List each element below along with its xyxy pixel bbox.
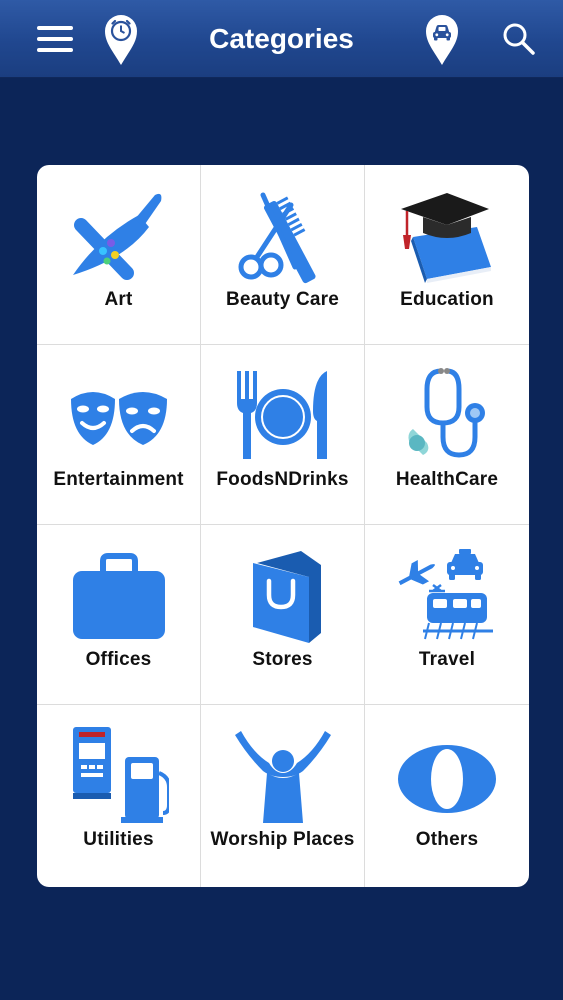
- category-label: Travel: [418, 649, 476, 670]
- category-label: FoodsNDrinks: [216, 469, 349, 490]
- alarm-location-pin-icon: [105, 15, 137, 65]
- search-icon: [503, 23, 535, 55]
- category-worship-places[interactable]: Worship Places: [201, 705, 365, 887]
- category-stores[interactable]: Stores: [201, 525, 365, 705]
- alarm-location-button[interactable]: [100, 12, 142, 68]
- category-travel[interactable]: Travel: [365, 525, 529, 705]
- category-label: Entertainment: [53, 469, 184, 490]
- category-education[interactable]: Education: [365, 165, 529, 345]
- plane-taxi-train-icon: [398, 549, 493, 640]
- category-label: Worship Places: [210, 829, 355, 850]
- paintbrush-palette-icon: [73, 193, 162, 280]
- menu-button[interactable]: [30, 18, 80, 60]
- category-foodsndrinks[interactable]: FoodsNDrinks: [201, 345, 365, 525]
- category-art[interactable]: Art: [37, 165, 201, 345]
- category-label: Others: [415, 829, 479, 850]
- hamburger-menu-icon: [37, 26, 73, 52]
- letter-o-icon: [398, 745, 496, 813]
- header-bar: Categories: [0, 0, 563, 78]
- category-label: Utilities: [83, 829, 154, 850]
- raised-arms-person-icon: [235, 731, 331, 823]
- category-label: Beauty Care: [225, 289, 340, 310]
- category-healthcare[interactable]: HealthCare: [365, 345, 529, 525]
- shopping-bag-icon: [253, 551, 321, 643]
- category-label: Education: [400, 289, 494, 310]
- category-entertainment[interactable]: Entertainment: [37, 345, 201, 525]
- category-others[interactable]: Others: [365, 705, 529, 887]
- category-label: Offices: [85, 649, 152, 670]
- graduation-cap-book-icon: [401, 193, 491, 283]
- search-button[interactable]: [496, 16, 542, 62]
- theater-masks-icon: [71, 392, 167, 445]
- scissors-comb-icon: [238, 192, 316, 284]
- fork-plate-knife-icon: [237, 371, 327, 459]
- car-location-button[interactable]: [421, 12, 463, 68]
- category-label: HealthCare: [395, 469, 499, 490]
- car-location-pin-icon: [426, 15, 458, 65]
- category-offices[interactable]: Offices: [37, 525, 201, 705]
- briefcase-icon: [73, 553, 165, 639]
- stethoscope-icon: [408, 368, 485, 458]
- atm-fuel-pump-icon: [73, 727, 169, 823]
- category-utilities[interactable]: Utilities: [37, 705, 201, 887]
- categories-grid: Art Beauty Care Education Entertainment …: [37, 165, 529, 887]
- category-label: Stores: [252, 649, 313, 670]
- category-beauty-care[interactable]: Beauty Care: [201, 165, 365, 345]
- category-label: Art: [104, 289, 133, 310]
- page-title: Categories: [209, 23, 354, 54]
